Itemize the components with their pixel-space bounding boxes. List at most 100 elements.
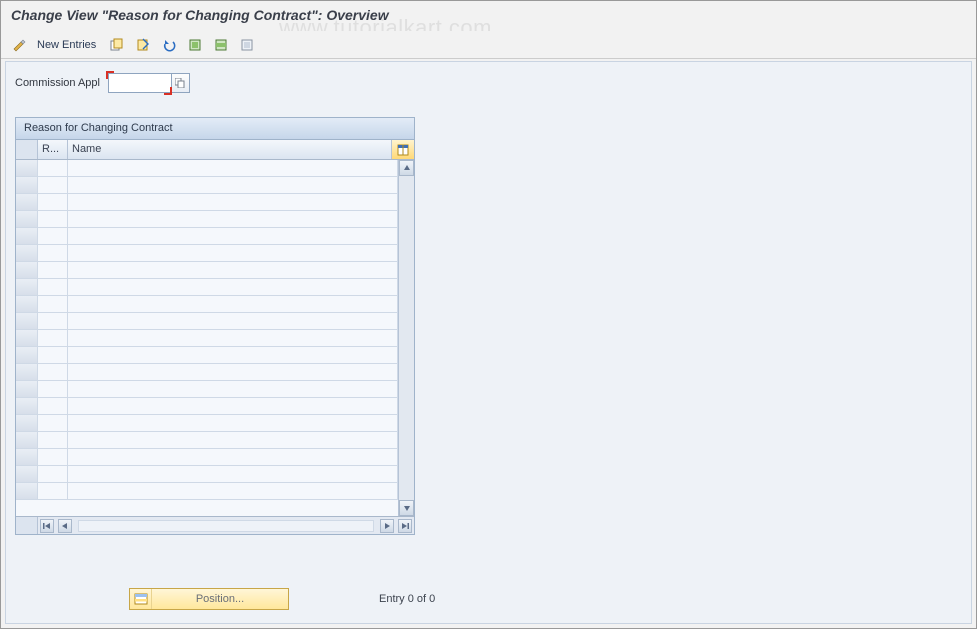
toggle-display-change-button[interactable] bbox=[9, 35, 31, 55]
cell-name[interactable] bbox=[68, 211, 398, 227]
undo-change-button[interactable] bbox=[158, 35, 180, 55]
table-row bbox=[16, 330, 398, 347]
copy-as-button[interactable] bbox=[106, 35, 128, 55]
hscroll-track[interactable] bbox=[78, 520, 374, 532]
cell-name[interactable] bbox=[68, 194, 398, 210]
row-selector[interactable] bbox=[16, 228, 38, 244]
chevron-up-icon bbox=[403, 164, 411, 172]
row-selector[interactable] bbox=[16, 466, 38, 482]
scroll-right-button[interactable] bbox=[380, 519, 394, 533]
row-selector[interactable] bbox=[16, 313, 38, 329]
cell-reason[interactable] bbox=[38, 432, 68, 448]
cell-name[interactable] bbox=[68, 262, 398, 278]
search-help-icon bbox=[175, 78, 185, 88]
cell-reason[interactable] bbox=[38, 415, 68, 431]
table-row bbox=[16, 194, 398, 211]
cell-name[interactable] bbox=[68, 449, 398, 465]
cell-reason[interactable] bbox=[38, 364, 68, 380]
cell-name[interactable] bbox=[68, 313, 398, 329]
page-title: Change View "Reason for Changing Contrac… bbox=[1, 1, 976, 31]
cell-reason[interactable] bbox=[38, 245, 68, 261]
cell-name[interactable] bbox=[68, 160, 398, 176]
row-selector[interactable] bbox=[16, 381, 38, 397]
scroll-up-button[interactable] bbox=[399, 160, 414, 176]
scroll-last-button[interactable] bbox=[398, 519, 412, 533]
commission-appl-search-help-button[interactable] bbox=[172, 73, 190, 93]
commission-appl-input[interactable] bbox=[108, 73, 172, 93]
cell-reason[interactable] bbox=[38, 279, 68, 295]
cell-name[interactable] bbox=[68, 296, 398, 312]
delete-button[interactable] bbox=[132, 35, 154, 55]
cell-name[interactable] bbox=[68, 245, 398, 261]
cell-name[interactable] bbox=[68, 228, 398, 244]
row-selector[interactable] bbox=[16, 347, 38, 363]
row-selector[interactable] bbox=[16, 194, 38, 210]
cell-name[interactable] bbox=[68, 330, 398, 346]
row-selector[interactable] bbox=[16, 262, 38, 278]
table-row bbox=[16, 432, 398, 449]
cell-reason[interactable] bbox=[38, 313, 68, 329]
table-column-header-name[interactable]: Name bbox=[68, 140, 392, 159]
row-selector[interactable] bbox=[16, 432, 38, 448]
deselect-all-button[interactable] bbox=[236, 35, 258, 55]
row-selector[interactable] bbox=[16, 364, 38, 380]
cell-reason[interactable] bbox=[38, 228, 68, 244]
select-block-button[interactable] bbox=[210, 35, 232, 55]
select-all-button[interactable] bbox=[184, 35, 206, 55]
row-selector[interactable] bbox=[16, 296, 38, 312]
table-header-row: R... Name bbox=[16, 140, 414, 160]
new-entries-button[interactable]: New Entries bbox=[35, 39, 102, 51]
cell-reason[interactable] bbox=[38, 381, 68, 397]
table-row bbox=[16, 296, 398, 313]
cell-name[interactable] bbox=[68, 381, 398, 397]
chevron-left-icon bbox=[61, 522, 69, 530]
pencil-glasses-icon bbox=[12, 38, 28, 52]
row-selector[interactable] bbox=[16, 398, 38, 414]
row-selector[interactable] bbox=[16, 449, 38, 465]
table-row bbox=[16, 262, 398, 279]
cell-reason[interactable] bbox=[38, 347, 68, 363]
cell-name[interactable] bbox=[68, 364, 398, 380]
table-horizontal-scrollbar[interactable] bbox=[38, 519, 414, 533]
row-selector[interactable] bbox=[16, 177, 38, 193]
scroll-down-button[interactable] bbox=[399, 500, 414, 516]
row-selector[interactable] bbox=[16, 330, 38, 346]
scroll-first-button[interactable] bbox=[40, 519, 54, 533]
cell-name[interactable] bbox=[68, 466, 398, 482]
position-button[interactable]: Position... bbox=[129, 588, 289, 610]
row-selector[interactable] bbox=[16, 211, 38, 227]
cell-name[interactable] bbox=[68, 398, 398, 414]
cell-name[interactable] bbox=[68, 347, 398, 363]
scroll-left-button[interactable] bbox=[58, 519, 72, 533]
cell-reason[interactable] bbox=[38, 330, 68, 346]
row-selector[interactable] bbox=[16, 245, 38, 261]
cell-name[interactable] bbox=[68, 432, 398, 448]
table-column-header-reason[interactable]: R... bbox=[38, 140, 68, 159]
application-toolbar: New Entries bbox=[1, 31, 976, 59]
cell-name[interactable] bbox=[68, 177, 398, 193]
cell-reason[interactable] bbox=[38, 262, 68, 278]
row-selector[interactable] bbox=[16, 279, 38, 295]
row-selector[interactable] bbox=[16, 483, 38, 499]
chevron-down-icon bbox=[403, 504, 411, 512]
cell-name[interactable] bbox=[68, 279, 398, 295]
cell-reason[interactable] bbox=[38, 483, 68, 499]
scroll-track[interactable] bbox=[399, 176, 414, 500]
cell-reason[interactable] bbox=[38, 296, 68, 312]
cell-reason[interactable] bbox=[38, 211, 68, 227]
cell-reason[interactable] bbox=[38, 194, 68, 210]
cell-reason[interactable] bbox=[38, 398, 68, 414]
cell-reason[interactable] bbox=[38, 177, 68, 193]
table-select-all-header[interactable] bbox=[16, 140, 38, 159]
cell-reason[interactable] bbox=[38, 466, 68, 482]
table-row bbox=[16, 160, 398, 177]
row-selector[interactable] bbox=[16, 415, 38, 431]
table-row bbox=[16, 449, 398, 466]
row-selector[interactable] bbox=[16, 160, 38, 176]
cell-name[interactable] bbox=[68, 415, 398, 431]
cell-name[interactable] bbox=[68, 483, 398, 499]
table-configure-button[interactable] bbox=[392, 140, 414, 159]
cell-reason[interactable] bbox=[38, 160, 68, 176]
cell-reason[interactable] bbox=[38, 449, 68, 465]
table-vertical-scrollbar[interactable] bbox=[398, 160, 414, 516]
